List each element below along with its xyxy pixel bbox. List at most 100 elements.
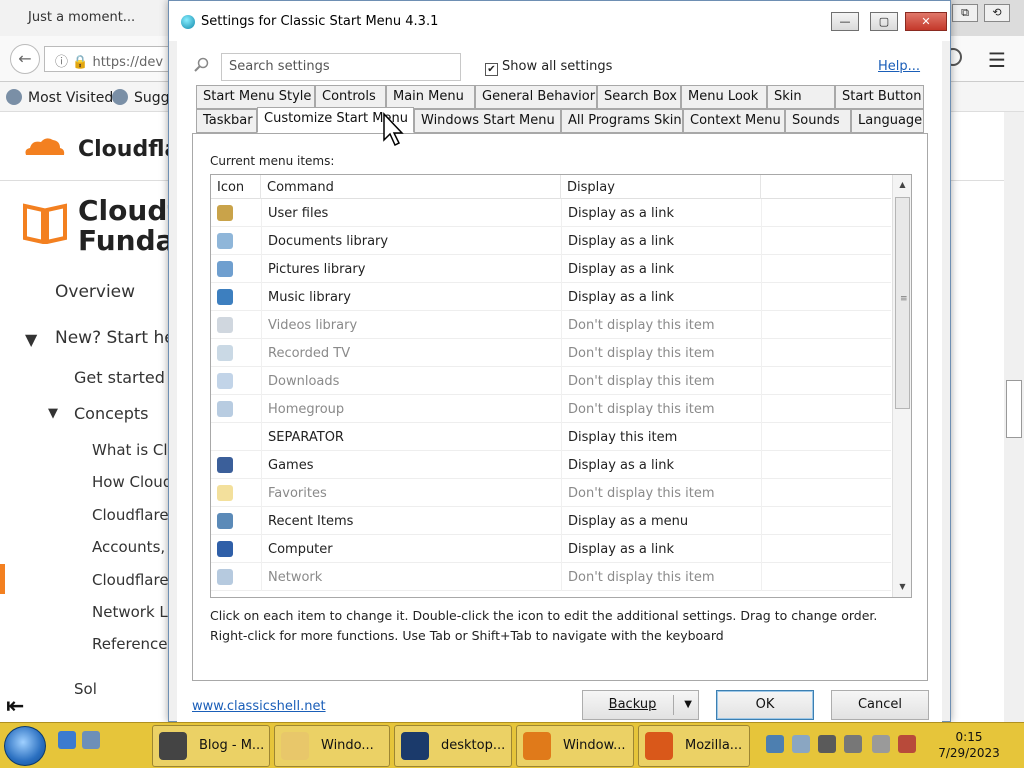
list-item[interactable]: Pictures library Display as a link bbox=[211, 255, 891, 283]
url-bar[interactable]: ⓘ 🔒 https://dev bbox=[44, 46, 174, 72]
nav-concepts[interactable]: Concepts bbox=[74, 404, 149, 423]
nav-network-layers[interactable]: Network La bbox=[92, 603, 177, 621]
nav-cloudflare-1[interactable]: Cloudflare bbox=[92, 506, 169, 524]
list-item[interactable]: Games Display as a link bbox=[211, 451, 891, 479]
nav-accounts[interactable]: Accounts, z bbox=[92, 538, 178, 556]
list-item[interactable]: SEPARATOR Display this item bbox=[211, 423, 891, 451]
bookmark-most-visited[interactable]: Most Visited bbox=[6, 89, 113, 106]
tab-start-menu-style[interactable]: Start Menu Style bbox=[196, 85, 315, 109]
nav-solutions[interactable]: Sol bbox=[74, 680, 97, 694]
quick-launch-icon[interactable] bbox=[82, 731, 100, 749]
tab-sounds[interactable]: Sounds bbox=[785, 109, 851, 133]
bookmark-suggested[interactable]: Sugg bbox=[112, 89, 170, 106]
taskbar-clock[interactable]: 0:15 7/29/2023 bbox=[934, 729, 1004, 761]
games-icon[interactable] bbox=[217, 457, 233, 473]
cancel-button[interactable]: Cancel bbox=[831, 690, 929, 720]
tab-language[interactable]: Language bbox=[851, 109, 924, 133]
nav-how-cloudflare[interactable]: How Cloud bbox=[92, 473, 172, 491]
item-display-mode[interactable]: Display as a link bbox=[568, 206, 674, 221]
item-display-mode[interactable]: Display as a menu bbox=[568, 514, 688, 529]
list-item[interactable]: Network Don't display this item bbox=[211, 563, 891, 591]
pictures-icon[interactable] bbox=[217, 261, 233, 277]
item-display-mode[interactable]: Display as a link bbox=[568, 234, 674, 249]
item-display-mode[interactable]: Don't display this item bbox=[568, 318, 715, 333]
list-item[interactable]: Homegroup Don't display this item bbox=[211, 395, 891, 423]
tab-context-menu[interactable]: Context Menu bbox=[683, 109, 785, 133]
homegroup-icon[interactable] bbox=[217, 401, 233, 417]
computer-icon[interactable] bbox=[217, 541, 233, 557]
browser-tab[interactable]: Just a moment... bbox=[0, 0, 168, 36]
list-item[interactable]: Recorded TV Don't display this item bbox=[211, 339, 891, 367]
nav-what-is[interactable]: What is Clo bbox=[92, 441, 177, 459]
recorded-tv-icon[interactable] bbox=[217, 345, 233, 361]
tab-general-behavior[interactable]: General Behavior bbox=[475, 85, 597, 109]
tab-menu-look[interactable]: Menu Look bbox=[681, 85, 767, 109]
network-icon[interactable] bbox=[217, 569, 233, 585]
help-link[interactable]: Help... bbox=[878, 59, 920, 74]
list-item[interactable]: User files Display as a link bbox=[211, 199, 891, 227]
item-display-mode[interactable]: Display as a link bbox=[568, 290, 674, 305]
device-tray-icon[interactable] bbox=[792, 735, 810, 753]
music-icon[interactable] bbox=[217, 289, 233, 305]
tab-search-box[interactable]: Search Box bbox=[597, 85, 681, 109]
minimize-button[interactable]: — bbox=[831, 12, 859, 31]
nav-overview[interactable]: Overview bbox=[55, 282, 135, 302]
list-item[interactable]: Recent Items Display as a menu bbox=[211, 507, 891, 535]
tab-taskbar[interactable]: Taskbar bbox=[196, 109, 257, 133]
column-icon[interactable]: Icon bbox=[211, 175, 261, 199]
item-display-mode[interactable]: Display as a link bbox=[568, 458, 674, 473]
nav-new-start-here[interactable]: New? Start he bbox=[55, 328, 175, 348]
browser-reload-icon[interactable]: ⟲ bbox=[984, 4, 1010, 22]
dialog-title-bar[interactable]: Settings for Classic Start Menu 4.3.1 — … bbox=[169, 1, 950, 41]
item-display-mode[interactable]: Display as a link bbox=[568, 262, 674, 277]
list-item[interactable]: Music library Display as a link bbox=[211, 283, 891, 311]
show-all-settings-checkbox[interactable]: ✔ Show all settings bbox=[485, 59, 612, 76]
tab-main-menu[interactable]: Main Menu bbox=[386, 85, 475, 109]
maximize-button[interactable]: ▢ bbox=[870, 12, 898, 31]
list-item[interactable]: Favorites Don't display this item bbox=[211, 479, 891, 507]
videos-icon[interactable] bbox=[217, 317, 233, 333]
close-button[interactable]: ✕ bbox=[905, 12, 947, 31]
taskbar-button[interactable]: desktop... bbox=[394, 725, 512, 767]
connection-tray-icon[interactable] bbox=[872, 735, 890, 753]
list-item[interactable]: Documents library Display as a link bbox=[211, 227, 891, 255]
collapse-sidebar-icon[interactable]: ⇤ bbox=[6, 694, 24, 719]
show-desktop-icon[interactable] bbox=[58, 731, 76, 749]
restore-icon[interactable]: ⧉ bbox=[952, 4, 978, 22]
start-button-windows-icon[interactable] bbox=[4, 726, 46, 766]
volume-muted-icon[interactable] bbox=[898, 735, 916, 753]
update-tray-icon[interactable] bbox=[818, 735, 836, 753]
taskbar-button[interactable]: Windo... bbox=[274, 725, 390, 767]
dropdown-arrow-icon[interactable]: ▼ bbox=[684, 691, 692, 719]
page-scrollbar-thumb[interactable] bbox=[1006, 380, 1022, 438]
network-tray-icon[interactable] bbox=[766, 735, 784, 753]
back-arrow-icon[interactable]: ← bbox=[10, 44, 40, 74]
hamburger-menu-icon[interactable]: ☰ bbox=[988, 48, 1010, 72]
column-display[interactable]: Display bbox=[561, 175, 761, 199]
downloads-icon[interactable] bbox=[217, 373, 233, 389]
ok-button[interactable]: OK bbox=[716, 690, 814, 720]
column-command[interactable]: Command bbox=[261, 175, 561, 199]
nav-cloudflare-2[interactable]: Cloudflare bbox=[92, 571, 169, 589]
classicshell-website-link[interactable]: www.classicshell.net bbox=[192, 699, 326, 714]
taskbar-button[interactable]: Window... bbox=[516, 725, 634, 767]
recent-items-icon[interactable] bbox=[217, 513, 233, 529]
taskbar-button[interactable]: Blog - M... bbox=[152, 725, 270, 767]
tab-windows-start-menu[interactable]: Windows Start Menu bbox=[414, 109, 561, 133]
user-files-icon[interactable] bbox=[217, 205, 233, 221]
menu-items-list[interactable]: Icon Command Display User files Display a… bbox=[210, 174, 912, 598]
search-input[interactable]: Search settings bbox=[221, 53, 461, 81]
item-display-mode[interactable]: Display as a link bbox=[568, 542, 674, 557]
list-item[interactable]: Downloads Don't display this item bbox=[211, 367, 891, 395]
tab-start-button[interactable]: Start Button bbox=[835, 85, 924, 109]
list-item[interactable]: Videos library Don't display this item bbox=[211, 311, 891, 339]
list-item[interactable]: Computer Display as a link bbox=[211, 535, 891, 563]
scroll-down-arrow-icon[interactable]: ▼ bbox=[893, 577, 911, 597]
item-display-mode[interactable]: Display this item bbox=[568, 430, 677, 445]
documents-icon[interactable] bbox=[217, 233, 233, 249]
list-scrollbar[interactable]: ▲ ≡ ▼ bbox=[892, 175, 911, 597]
backup-button[interactable]: Backup ▼ bbox=[582, 690, 699, 720]
item-display-mode[interactable]: Don't display this item bbox=[568, 570, 715, 585]
taskbar-button[interactable]: Mozilla... bbox=[638, 725, 750, 767]
nav-get-started[interactable]: Get started g bbox=[74, 368, 180, 387]
